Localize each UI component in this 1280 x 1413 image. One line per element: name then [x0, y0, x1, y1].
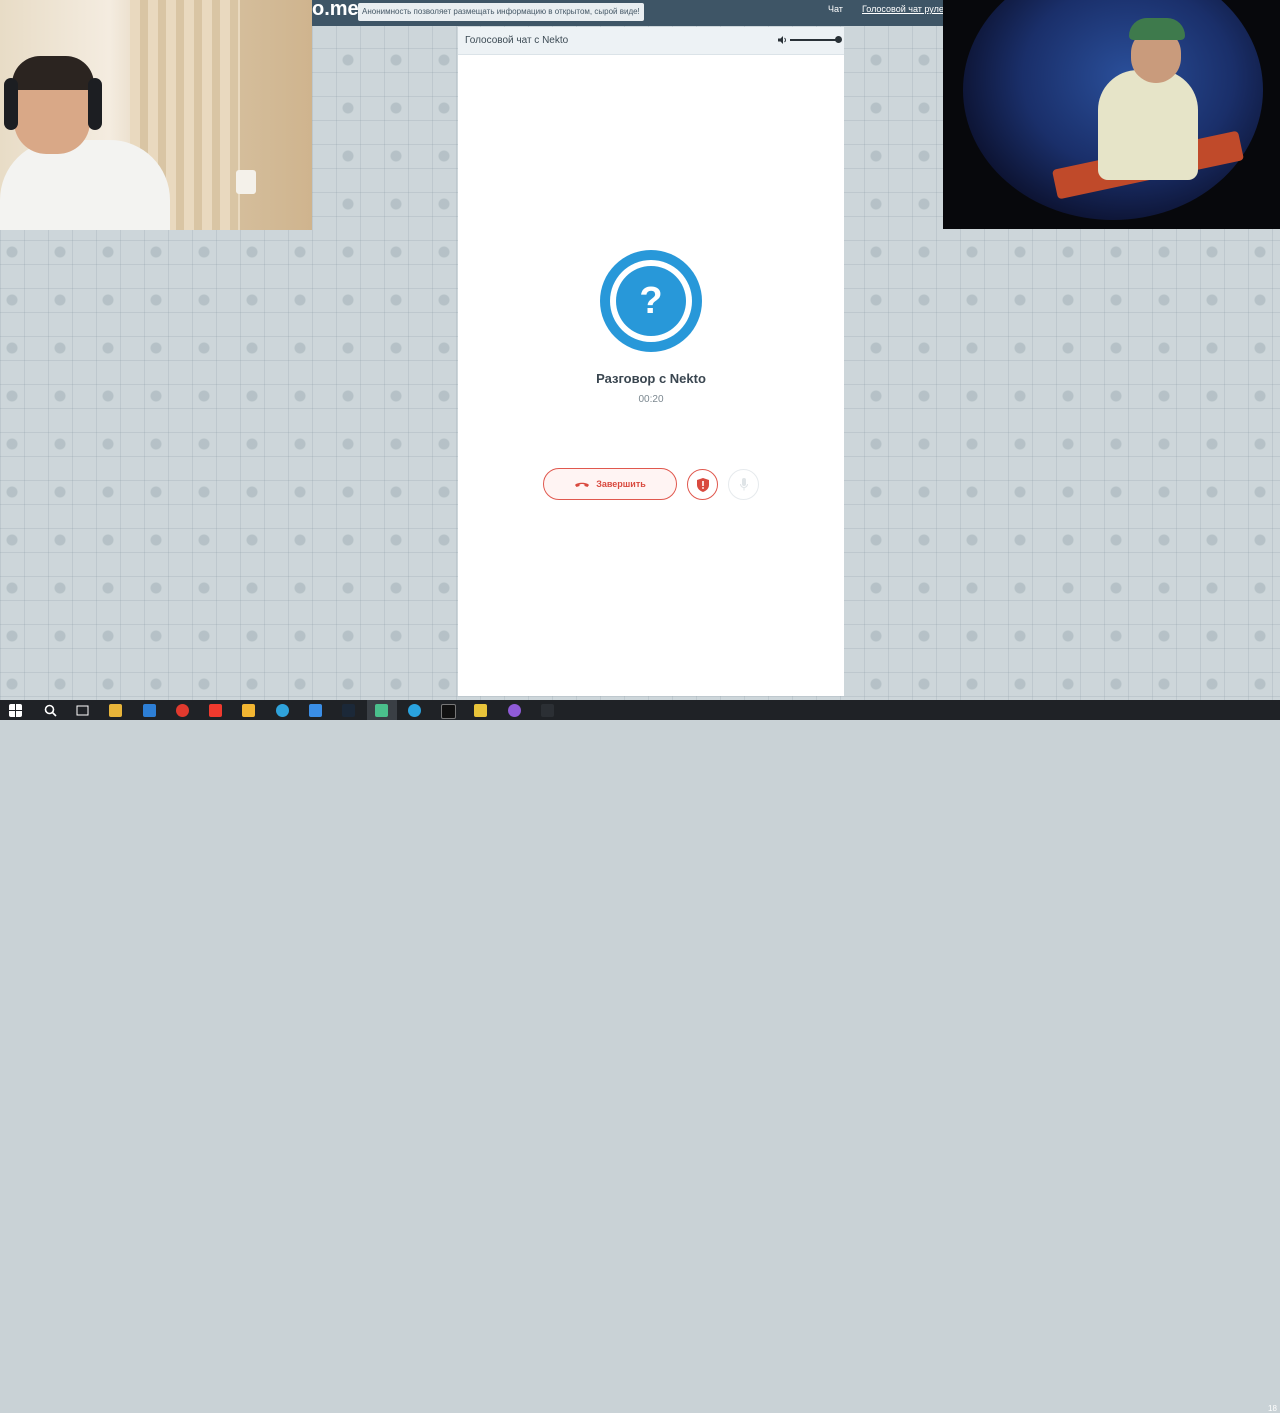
call-timer: 00:20: [638, 394, 664, 405]
app-lock-icon[interactable]: [474, 704, 487, 717]
voice-chat-panel: Голосовой чат с Nekto ? Разговор с Nekto…: [458, 27, 844, 696]
end-call-label: Завершить: [596, 479, 646, 489]
nav-voice-roulette-link[interactable]: Голосовой чат рулет: [862, 4, 948, 14]
windows-start-icon[interactable]: [9, 704, 22, 717]
discord-icon[interactable]: [375, 704, 388, 717]
webcam-overlay-right: [943, 0, 1280, 229]
windows-taskbar: 18: [0, 700, 1280, 1413]
task-view-icon[interactable]: [76, 704, 89, 717]
app-k-icon[interactable]: [242, 704, 255, 717]
terminal-icon[interactable]: [441, 704, 456, 719]
telegram-icon[interactable]: [408, 704, 421, 717]
store-icon[interactable]: [309, 704, 322, 717]
yandex-browser-icon[interactable]: [176, 704, 189, 717]
shield-alert-icon: [696, 477, 709, 492]
microphone-button[interactable]: [728, 469, 759, 500]
yandex-icon[interactable]: [209, 704, 222, 717]
anonymity-notice: Анонимность позволяет размещать информац…: [358, 3, 644, 21]
conversation-title: Разговор с Nekto: [596, 371, 706, 386]
panel-header: Голосовой чат с Nekto: [458, 27, 844, 55]
app-n-icon[interactable]: [541, 704, 554, 717]
volume-slider-handle[interactable]: [835, 36, 842, 43]
partner-avatar: ?: [600, 250, 702, 352]
unknown-user-icon: ?: [616, 266, 686, 336]
volume-slider[interactable]: [790, 39, 838, 41]
report-button[interactable]: [687, 469, 718, 500]
end-call-button[interactable]: Завершить: [543, 468, 677, 500]
volume-icon[interactable]: [778, 35, 788, 45]
microphone-icon: [739, 478, 748, 491]
hang-up-phone-icon: [575, 482, 590, 487]
site-logo[interactable]: o.me: [312, 0, 359, 21]
steam-icon[interactable]: [342, 704, 355, 717]
nav-chat-link[interactable]: Чат: [828, 4, 843, 14]
taskbar-clock[interactable]: 18: [1268, 1404, 1277, 1413]
mail-icon[interactable]: [143, 704, 156, 717]
webcam-overlay-left: [0, 0, 312, 230]
search-icon[interactable]: [44, 704, 57, 717]
edge-browser-icon[interactable]: [276, 704, 289, 717]
panel-title: Голосовой чат с Nekto: [465, 35, 569, 46]
file-explorer-icon[interactable]: [109, 704, 122, 717]
app-purple-icon[interactable]: [508, 704, 521, 717]
